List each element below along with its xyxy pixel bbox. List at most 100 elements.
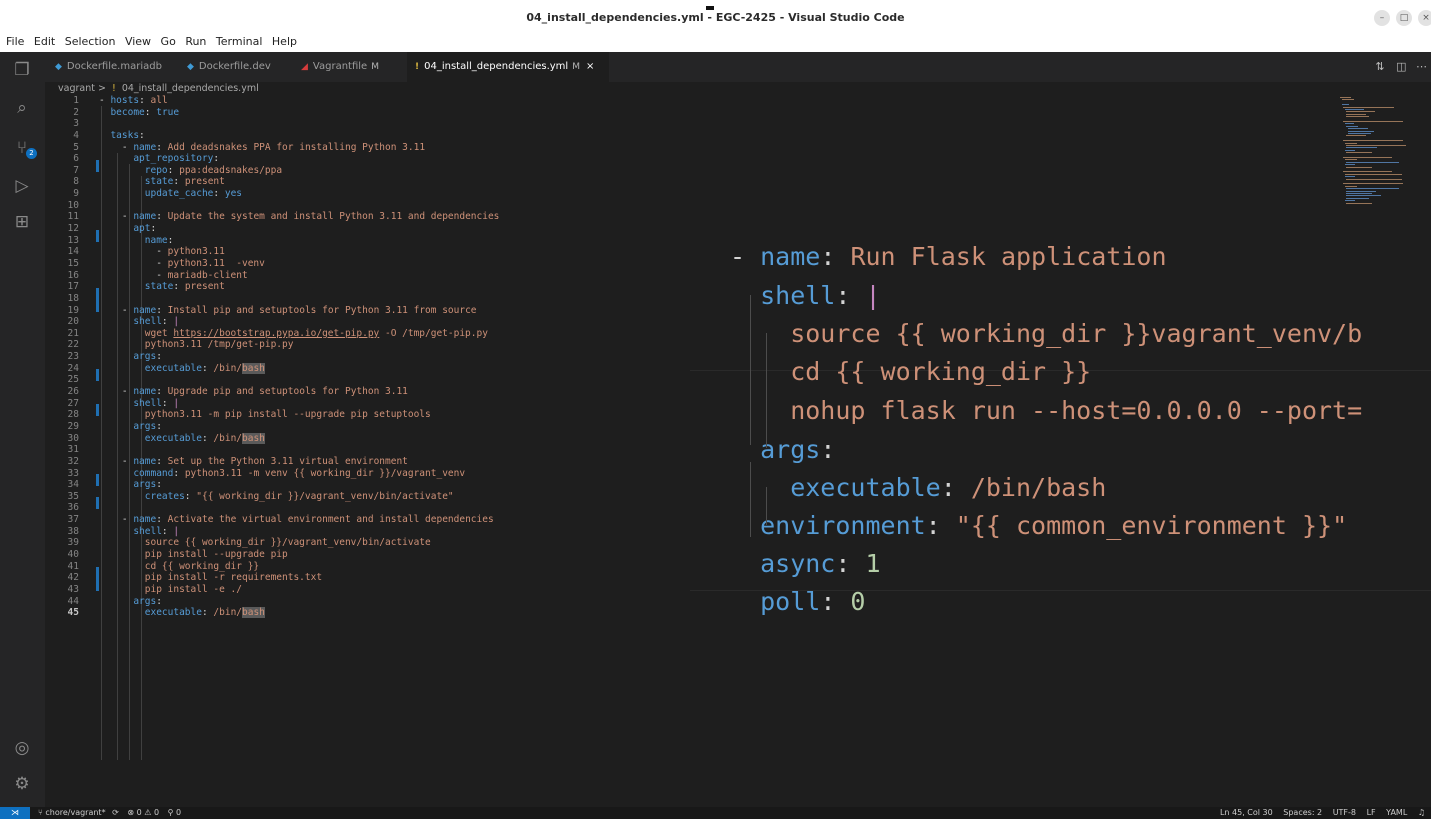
code-line[interactable]: update_cache: yes [99,188,499,200]
code-line[interactable]: apt_repository: [99,153,499,165]
problems-indicator[interactable]: ⊗ 0 ⚠ 0 [127,808,159,817]
code-line[interactable]: repo: ppa:deadsnakes/ppa [99,165,499,177]
code-token: : [213,153,220,165]
code-line[interactable]: pip install -r requirements.txt [99,572,499,584]
title-speck [706,6,714,10]
tab-04-install-dependencies[interactable]: ! 04_install_dependencies.yml M × [407,52,609,82]
maximize-icon[interactable]: □ [1396,10,1412,26]
code-line[interactable]: pip install --upgrade pip [99,549,499,561]
extensions-icon[interactable]: ⊞ [12,212,32,232]
code-line[interactable]: - name: Set up the Python 3.11 virtual e… [99,456,499,468]
code-token: Activate the virtual environment and ins… [167,514,494,526]
code-line[interactable]: - name: Update the system and install Py… [99,211,500,223]
search-icon[interactable]: ⌕ [12,98,32,118]
ports-indicator[interactable]: ⚲ 0 [168,808,182,817]
code-line[interactable]: - python3.11 -venv [99,258,499,270]
code-line[interactable]: executable: /bin/bash [99,432,499,445]
code-line[interactable]: args: [99,421,499,433]
tab-dockerfile-mariadb[interactable]: ◆ Dockerfile.mariadb [55,52,181,82]
tab-label: 04_install_dependencies.yml [424,61,569,72]
code-line[interactable]: name: [99,235,499,247]
tab-vagrantfile[interactable]: ◢ Vagrantfile M [301,52,401,82]
code-line[interactable]: args: [99,351,499,363]
ruby-icon: ◢ [301,62,308,72]
branch-name[interactable]: chore/vagrant* [45,808,105,817]
breadcrumb-folder[interactable]: vagrant [58,83,95,94]
minimap-line [1344,109,1364,110]
menu-go[interactable]: Go [161,34,176,50]
code-token: pip install -r requirements.txt [99,572,323,584]
code-line[interactable]: shell: | [99,316,499,328]
code-line[interactable] [99,374,499,386]
code-line[interactable]: - mariadb-client [99,270,499,282]
code-line[interactable] [99,200,499,212]
explorer-icon[interactable]: ❐ [12,60,32,80]
code-line[interactable]: args: [99,596,499,608]
cursor-position[interactable]: Ln 45, Col 30 [1220,808,1273,817]
tab-dockerfile-dev[interactable]: ◆ Dockerfile.dev [187,52,295,82]
code-token: python3.11 -m pip install --upgrade pip … [99,409,431,421]
indentation[interactable]: Spaces: 2 [1283,808,1322,817]
menu-run[interactable]: Run [185,34,206,50]
split-editor-icon[interactable]: ◫ [1396,60,1406,73]
code-token: : [156,595,162,607]
encoding[interactable]: UTF-8 [1333,808,1356,817]
zoomed-code-line: cd {{ working_dir }} [730,357,1091,386]
code-line[interactable] [99,293,499,305]
code-line[interactable]: executable: /bin/bash [99,607,499,619]
menu-view[interactable]: View [125,34,151,50]
code-line[interactable]: - name: Activate the virtual environment… [99,514,499,526]
minimap-line [1343,106,1395,108]
code-line[interactable]: - name: Upgrade pip and setuptools for P… [99,386,499,398]
settings-gear-icon[interactable]: ⚙ [12,774,32,794]
remote-indicator-icon[interactable]: ⋊ [0,807,30,819]
line-number: 1 [73,95,79,106]
code-line[interactable]: source {{ working_dir }}/vagrant_venv/bi… [99,537,499,549]
code-line[interactable] [99,502,499,514]
code-line[interactable]: tasks: [99,130,499,142]
code-token: : [820,435,836,464]
more-actions-icon[interactable]: ⋯ [1416,60,1427,73]
code-line[interactable]: - hosts: all [99,95,499,107]
code-line[interactable]: - name: Add deadsnakes PPA for installin… [99,142,499,154]
code-line[interactable]: state: present [99,281,499,293]
account-icon[interactable]: ◎ [12,738,32,758]
code-line[interactable]: - name: Install pip and setuptools for P… [99,305,499,317]
code-editor[interactable]: - hosts: all become: true tasks: - name:… [99,95,499,619]
code-line[interactable]: apt: [99,223,499,235]
menu-help[interactable]: Help [272,34,297,50]
minimap[interactable] [1340,97,1410,227]
minimap-line [1340,97,1351,98]
menu-file[interactable]: File [6,34,24,50]
code-line[interactable] [99,118,499,130]
compare-icon[interactable]: ⇅ [1375,60,1384,73]
code-line[interactable]: shell: | [99,526,499,538]
code-line[interactable]: shell: | [99,398,499,410]
run-debug-icon[interactable]: ▷ [12,176,32,196]
menu-edit[interactable]: Edit [34,34,55,50]
end-of-line[interactable]: LF [1367,808,1376,817]
menu-selection[interactable]: Selection [65,34,116,50]
code-line[interactable]: creates: "{{ working_dir }}/vagrant_venv… [99,491,499,503]
code-line[interactable]: command: python3.11 -m venv {{ working_d… [99,468,499,480]
code-line[interactable]: python3.11 /tmp/get-pip.py [99,339,499,351]
sync-icon[interactable]: ⟳ [112,808,119,817]
notifications-bell-icon[interactable]: ♫ [1418,808,1425,817]
code-line[interactable]: cd {{ working_dir }} [99,561,499,573]
code-line[interactable] [99,444,499,456]
close-icon[interactable]: × [1418,10,1431,26]
minimap-line [1348,133,1372,134]
minimize-icon[interactable]: – [1374,10,1390,26]
code-line[interactable]: become: true [99,107,499,119]
code-line[interactable]: executable: /bin/bash [99,362,499,375]
code-line[interactable]: args: [99,479,499,491]
code-line[interactable]: pip install -e ./ [99,584,499,596]
language-mode[interactable]: YAML [1386,808,1407,817]
breadcrumb-file[interactable]: 04_install_dependencies.yml [122,83,259,94]
menu-terminal[interactable]: Terminal [216,34,263,50]
code-line[interactable]: python3.11 -m pip install --upgrade pip … [99,409,499,421]
close-tab-icon[interactable]: × [586,61,594,72]
code-line[interactable]: wget https://bootstrap.pypa.io/get-pip.p… [99,328,499,340]
code-line[interactable]: - python3.11 [99,246,499,258]
code-line[interactable]: state: present [99,176,499,188]
